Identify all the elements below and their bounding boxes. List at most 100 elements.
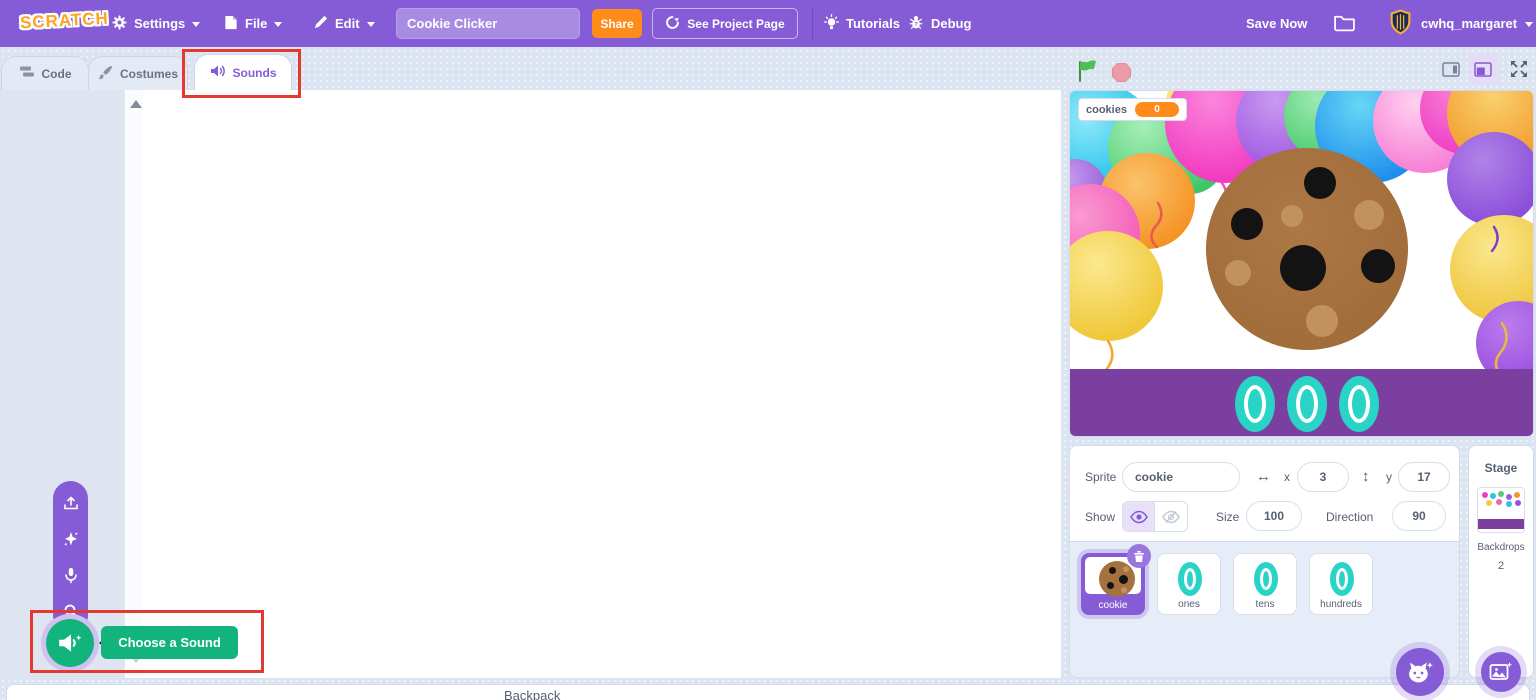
stage-pane[interactable]: Stage Backdrops 2 [1468, 445, 1534, 678]
cookie-spot [1306, 305, 1338, 337]
backdrop-band-preview [1478, 519, 1524, 529]
variable-monitor[interactable]: cookies 0 [1078, 98, 1187, 121]
sprite-card-label: hundreds [1310, 599, 1372, 610]
show-label: Show [1085, 510, 1115, 524]
shield-avatar-icon [1388, 9, 1413, 39]
cookie-sprite[interactable] [1206, 148, 1408, 350]
large-stage-button[interactable] [1468, 54, 1498, 84]
project-folder-button[interactable] [1333, 0, 1356, 47]
sprite-card-hundreds[interactable]: hundreds [1309, 553, 1373, 615]
chocolate-chip [1231, 208, 1263, 240]
refresh-icon [665, 15, 680, 33]
x-input[interactable] [1297, 462, 1349, 492]
small-stage-button[interactable] [1436, 54, 1466, 84]
paintbrush-icon [98, 65, 113, 83]
menu-bar: SCRATCH Settings File Edit Share See Pro… [0, 0, 1536, 47]
choose-sound-button[interactable] [46, 619, 94, 667]
y-input[interactable] [1398, 462, 1450, 492]
size-input[interactable] [1246, 501, 1302, 531]
pencil-icon [314, 15, 328, 32]
add-sprite-button[interactable] [1396, 648, 1444, 696]
sprite-card-ones[interactable]: ones [1157, 553, 1221, 615]
size-label: Size [1216, 510, 1239, 524]
see-project-page-button[interactable]: See Project Page [652, 8, 798, 39]
menu-settings[interactable]: Settings [112, 0, 200, 47]
chevron-down-icon [367, 22, 375, 31]
speaker-icon [210, 64, 226, 81]
stage-canvas[interactable]: cookies 0 [1069, 90, 1534, 437]
tab-costumes[interactable]: Costumes [88, 56, 188, 90]
bug-icon: ? [908, 14, 924, 33]
tab-sounds-label: Sounds [233, 66, 277, 80]
surprise-sound-button[interactable] [63, 529, 79, 549]
y-position-icon: ↕ [1362, 468, 1370, 485]
menu-debug[interactable]: ? Debug [908, 0, 971, 47]
cookie-spot [1354, 200, 1384, 230]
y-label: y [1386, 470, 1392, 484]
menu-file-label: File [245, 16, 267, 31]
zero-thumbnail [1330, 562, 1354, 596]
show-hidden-button[interactable] [1155, 502, 1187, 531]
choose-sound-tooltip: Choose a Sound [101, 626, 238, 659]
upload-icon [63, 495, 79, 511]
large-stage-icon [1474, 62, 1492, 77]
gear-icon [112, 15, 127, 33]
menu-edit-label: Edit [335, 16, 360, 31]
backdrop-balloons-preview [1482, 492, 1488, 498]
file-icon [224, 15, 238, 33]
sound-editor-canvas [143, 90, 1061, 678]
record-sound-button[interactable] [64, 565, 78, 585]
trash-icon [1133, 550, 1145, 563]
sprite-card-label: tens [1234, 599, 1296, 610]
variable-name: cookies [1086, 104, 1127, 116]
green-flag-button[interactable] [1073, 56, 1103, 86]
backpack-bar[interactable]: Backpack [6, 684, 1530, 700]
menu-tutorials[interactable]: Tutorials [824, 0, 900, 47]
tab-code[interactable]: Code [1, 56, 89, 90]
tab-costumes-label: Costumes [120, 67, 178, 81]
add-backdrop-button[interactable] [1481, 652, 1521, 692]
menu-debug-label: Debug [931, 16, 971, 31]
sound-list-scrollbar[interactable] [124, 90, 143, 678]
show-visible-button[interactable] [1123, 502, 1155, 531]
chevron-down-icon [1525, 22, 1533, 31]
add-backdrop-icon [1489, 661, 1513, 683]
variable-value: 0 [1135, 102, 1179, 117]
menu-file[interactable]: File [224, 0, 282, 47]
account-menu[interactable]: cwhq_margaret [1388, 0, 1533, 47]
fullscreen-button[interactable] [1504, 54, 1534, 84]
sprite-name-input[interactable] [1122, 462, 1240, 492]
menu-edit[interactable]: Edit [314, 0, 375, 47]
menu-settings-label: Settings [134, 16, 185, 31]
chocolate-chip [1280, 245, 1326, 291]
save-now-button[interactable]: Save Now [1246, 0, 1307, 47]
eye-slash-icon [1162, 510, 1180, 524]
fullscreen-icon [1510, 60, 1528, 78]
zero-thumbnail [1254, 562, 1278, 596]
stop-button[interactable] [1106, 57, 1136, 87]
direction-label: Direction [1326, 510, 1373, 524]
sprite-card-tens[interactable]: tens [1233, 553, 1297, 615]
project-name-input[interactable] [396, 8, 580, 39]
backdrops-count: 2 [1469, 560, 1533, 572]
scroll-up-icon[interactable] [130, 94, 142, 108]
scratch-logo[interactable]: SCRATCH [13, 6, 115, 35]
small-stage-icon [1442, 62, 1460, 77]
direction-input[interactable] [1392, 501, 1446, 531]
green-flag-icon [1076, 59, 1100, 83]
chevron-down-icon [192, 22, 200, 31]
share-button[interactable]: Share [592, 9, 642, 38]
folder-icon [1333, 13, 1356, 35]
backdrop-thumbnail[interactable] [1477, 487, 1525, 533]
tab-sounds[interactable]: Sounds [194, 54, 292, 90]
upload-sound-button[interactable] [63, 493, 79, 513]
sprite-card-label: cookie [1082, 600, 1144, 611]
cookie-thumbnail [1099, 561, 1135, 597]
code-blocks-icon [19, 65, 35, 82]
chocolate-chip [1304, 167, 1336, 199]
save-now-label: Save Now [1246, 16, 1307, 31]
cookie-spot [1225, 260, 1251, 286]
delete-sprite-button[interactable] [1127, 544, 1151, 568]
zero-thumbnail [1178, 562, 1202, 596]
stage-pane-title: Stage [1469, 461, 1533, 475]
